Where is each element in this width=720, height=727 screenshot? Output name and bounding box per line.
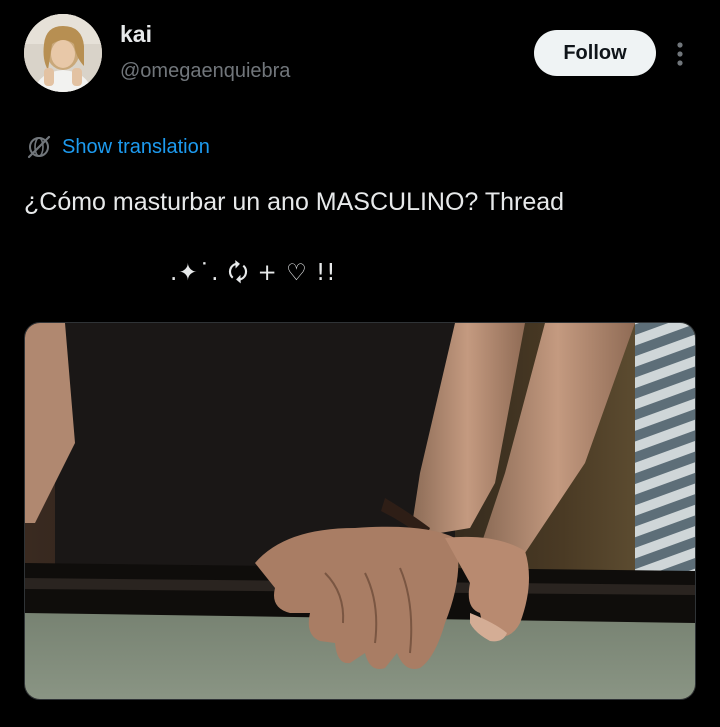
user-handle[interactable]: @omegaenquiebra [120,58,290,84]
tweet-text: ¿Cómo masturbar un ano MASCULINO? Thread [24,188,565,216]
more-vertical-icon [677,42,683,66]
photo-hands-on-railing [25,323,695,699]
avatar-image [24,14,102,92]
follow-button[interactable]: Follow [534,30,656,76]
tweet-decoration-text: .✦˙. 🗘 + ♡ !! [170,260,337,286]
show-translation-link[interactable]: Show translation [24,130,210,164]
tweet-post: kai @omegaenquiebra Follow Show translat… [0,0,720,727]
avatar[interactable] [24,14,102,92]
display-name[interactable]: kai [120,20,152,48]
tweet-media-image[interactable] [24,322,696,700]
globe-slash-icon [24,132,54,162]
show-translation-label: Show translation [62,135,210,158]
more-options-button[interactable] [668,34,692,74]
